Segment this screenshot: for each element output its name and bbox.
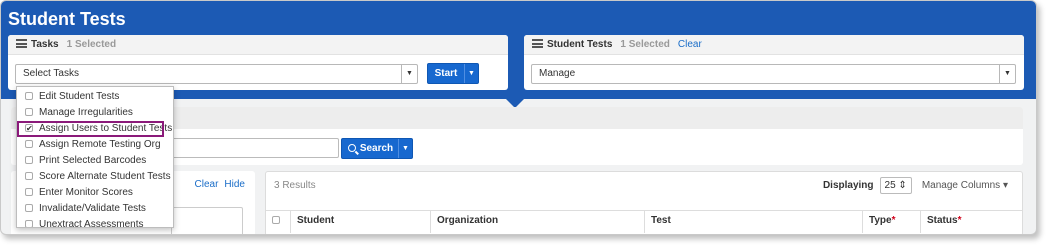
start-button[interactable]: Start ▼ [427,63,479,84]
results-panel: 3 Results Displaying 25 ⇕ Manage Columns ▾… [265,171,1023,234]
app-window: Student Tests Tasks 1 Selected Select Tas… [0,0,1037,235]
checkbox[interactable] [25,92,33,100]
checkbox[interactable] [25,172,33,180]
required-mark: * [891,215,896,226]
tasks-selected-count: 1 Selected [66,39,117,50]
results-table-header: Student Organization Test Type* Status* [266,210,1022,233]
search-split-chevron-icon[interactable]: ▼ [398,139,412,158]
filter-field[interactable] [171,207,243,234]
list-icon [532,39,543,48]
tasks-panel-header: Tasks 1 Selected [8,35,508,55]
required-mark: * [957,215,962,226]
filter-hide-link[interactable]: Hide [224,179,245,190]
checkbox[interactable] [25,204,33,212]
search-button-content: Search [342,139,399,158]
column-header-type[interactable]: Type* [862,211,920,233]
student-tests-panel-header: Student Tests 1 Selected Clear [524,35,1024,55]
menu-item-assign-users-to-student-tests[interactable]: Assign Users to Student Tests [17,121,172,137]
checkbox[interactable] [25,188,33,196]
menu-item-unextract-assessments[interactable]: Unextract Assessments [17,217,173,227]
menu-item-edit-student-tests[interactable]: Edit Student Tests [17,89,173,105]
displaying-control: Displaying 25 ⇕ Manage Columns ▾ [823,177,1008,195]
column-header-status[interactable]: Status* [920,211,1022,233]
displaying-label: Displaying [822,180,874,191]
tasks-panel: Tasks 1 Selected Select Tasks ▼ Start ▼ [8,35,508,90]
start-button-label: Start [434,68,458,79]
manage-columns-label: Manage Columns [921,180,1001,191]
column-header-organization[interactable]: Organization [430,211,644,233]
filter-actions: Clear Hide [189,179,245,190]
menu-item-enter-monitor-scores[interactable]: Enter Monitor Scores [17,185,173,201]
select-tasks-value: Select Tasks [23,68,79,79]
clear-selection-link[interactable]: Clear [678,39,702,50]
checkbox[interactable] [25,140,33,148]
search-icon [347,144,356,152]
list-icon [16,39,27,48]
checkbox[interactable] [25,108,33,116]
checkbox-checked[interactable] [25,121,33,137]
start-split-chevron-icon[interactable]: ▼ [464,64,478,83]
manage-columns-button[interactable]: Manage Columns ▾ [922,180,1008,191]
manage-dropdown[interactable]: Manage ▼ [531,64,1016,84]
column-header-student[interactable]: Student [290,211,430,233]
tasks-dropdown-menu: Edit Student Tests Manage Irregularities… [16,86,174,228]
column-header-test[interactable]: Test [644,211,862,233]
chevron-down-icon[interactable]: ▼ [401,65,417,83]
select-tasks-dropdown[interactable]: Select Tasks ▼ [15,64,418,84]
chevron-down-icon[interactable]: ▼ [999,65,1015,83]
search-input[interactable] [171,138,339,158]
results-count: 3 Results [274,180,316,191]
manage-dropdown-value: Manage [539,68,576,79]
menu-item-invalidate-validate-tests[interactable]: Invalidate/Validate Tests [17,201,173,217]
filter-clear-link[interactable]: Clear [195,179,219,190]
page-title: Student Tests [8,9,126,29]
page-size-value: 25 [884,180,896,191]
student-tests-selected-count: 1 Selected [620,39,670,50]
student-tests-title: Student Tests [547,39,613,50]
search-button-label: Search [359,143,394,154]
search-button[interactable]: Search ▼ [341,138,413,159]
checkbox[interactable] [25,156,33,164]
menu-item-assign-remote-testing-org[interactable]: Assign Remote Testing Org [17,137,173,153]
menu-item-manage-irregularities[interactable]: Manage Irregularities [17,105,173,121]
menu-item-print-selected-barcodes[interactable]: Print Selected Barcodes [17,153,173,169]
page-size-select[interactable]: 25 ⇕ [879,177,912,194]
student-tests-panel: Student Tests 1 Selected Clear Manage ▼ [524,35,1024,90]
tasks-title: Tasks [31,39,59,50]
checkbox[interactable] [25,220,33,227]
menu-item-score-alternate-student-tests[interactable]: Score Alternate Student Tests [17,169,173,185]
select-all-checkbox[interactable] [272,216,280,224]
select-all-column[interactable] [266,211,290,233]
